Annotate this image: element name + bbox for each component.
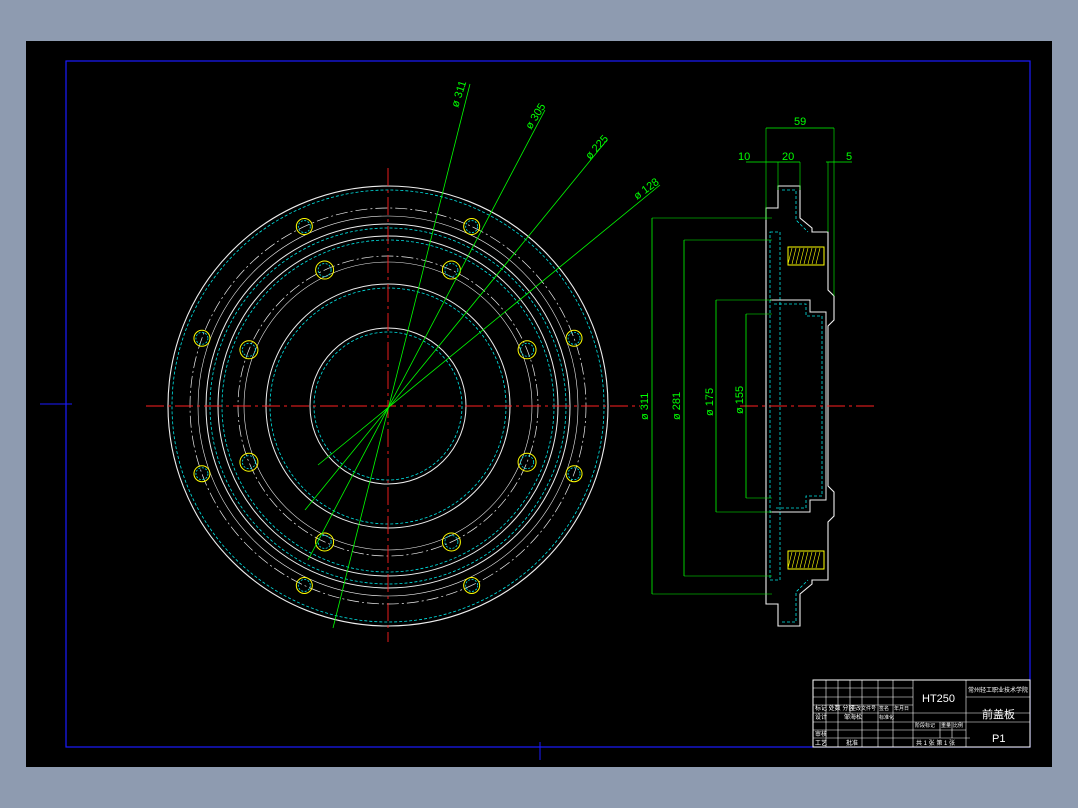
title-left-label-2: 审核 xyxy=(815,730,827,738)
title-sheet-text: 共 1 张 第 1 张 xyxy=(916,739,955,747)
title-approver: 批准 xyxy=(846,739,858,747)
top-dim-left: 10 xyxy=(738,151,750,163)
cad-drawing-canvas[interactable]: ø 311 ø 305 ø 225 ø 128 59 10 20 5 ø 311… xyxy=(0,0,1078,808)
title-mid-1: 签名 xyxy=(879,705,889,712)
title-school: 常州轻工职业技术学院 xyxy=(968,686,1028,694)
vdim-label-155: ø 155 xyxy=(734,386,746,414)
title-left-label-0: 标记 处数 分区 xyxy=(815,704,854,712)
title-left-label-1: 设计 xyxy=(815,713,827,721)
title-mid-6: 比例 xyxy=(953,722,963,729)
title-mid-4: 阶段标记 xyxy=(915,722,935,729)
vdim-label-175: ø 175 xyxy=(704,388,716,416)
title-mid-5: 重量 xyxy=(941,722,951,729)
title-mid-0: 更改文件号 xyxy=(851,705,876,712)
vdim-label-281: ø 281 xyxy=(671,392,683,420)
title-mid-2: 年月日 xyxy=(894,705,909,712)
top-dim-right: 5 xyxy=(846,151,852,163)
vdim-label-311: ø 311 xyxy=(639,393,651,420)
title-mid-3: 标准化 xyxy=(879,714,894,721)
title-left-label-3: 工艺 xyxy=(815,739,827,747)
title-part-name: 前盖板 xyxy=(982,707,1015,721)
drawing-sheet xyxy=(26,41,1052,767)
title-block: 标记 处数 分区 设计 审核 工艺 邹海松 批准 更改文件号 签名 年月日 标准… xyxy=(812,679,1031,748)
top-dim-mid: 20 xyxy=(782,151,794,163)
title-material: HT250 xyxy=(922,693,955,705)
title-designer: 邹海松 xyxy=(844,713,862,721)
title-drawing-no: P1 xyxy=(992,733,1005,745)
top-dim-total: 59 xyxy=(794,116,806,128)
